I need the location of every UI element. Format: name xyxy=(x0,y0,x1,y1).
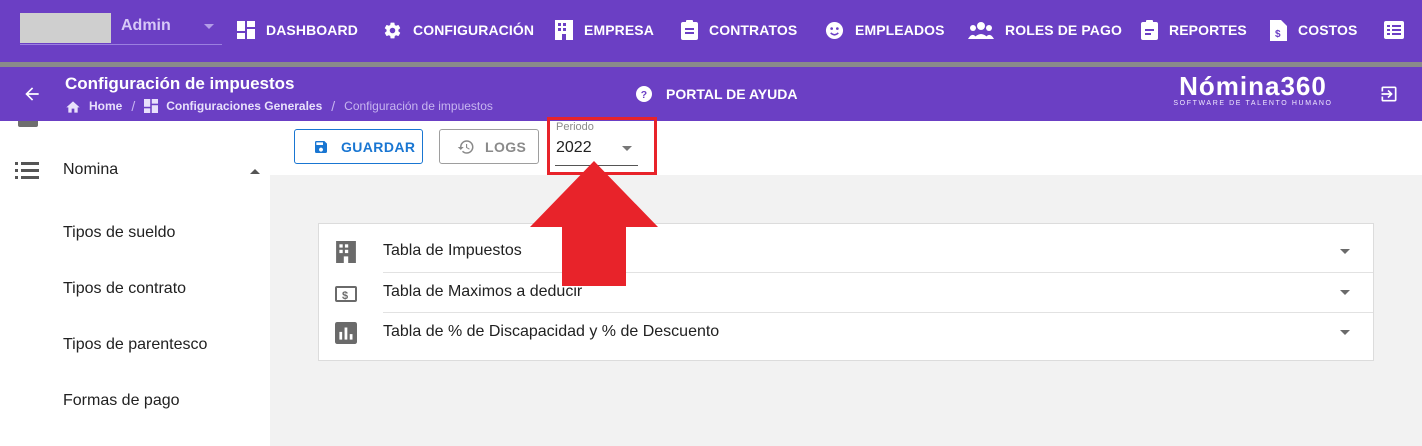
list-box-icon xyxy=(1384,21,1404,39)
svg-text:$: $ xyxy=(1275,29,1281,40)
people-icon xyxy=(968,22,994,39)
dashboard-icon xyxy=(237,21,255,39)
panel-tabla-de-maximos[interactable]: $ Tabla de Maximos a deducir xyxy=(319,272,1373,312)
face-icon xyxy=(825,21,844,39)
panel-tabla-discapacidad[interactable]: Tabla de % de Discapacidad y % de Descue… xyxy=(319,312,1373,352)
money-icon: $ xyxy=(335,286,357,302)
breadcrumb-separator: / xyxy=(331,98,336,114)
user-name: Admin xyxy=(121,17,171,34)
sidebar-item-tipos-de-sueldo[interactable]: Tipos de sueldo xyxy=(63,224,175,242)
nav-empresa[interactable]: EMPRESA xyxy=(555,18,654,42)
svg-text:?: ? xyxy=(641,90,647,101)
save-button[interactable]: GUARDAR xyxy=(294,129,423,164)
home-icon xyxy=(66,101,80,113)
nav-contratos[interactable]: CONTRATOS xyxy=(681,18,797,42)
app-root: Admin DASHBOARD CONFIGURACIÓN EMPRESA CO… xyxy=(0,0,1422,446)
sidebar-group-nomina[interactable]: Nomina xyxy=(0,155,270,185)
save-button-label: GUARDAR xyxy=(341,138,416,155)
dashboard-icon xyxy=(144,99,159,113)
user-selector[interactable]: Admin xyxy=(20,13,222,45)
brand-name: Nómina360 xyxy=(1179,71,1327,101)
building-icon xyxy=(336,241,356,263)
breadcrumb-current: Configuración de impuestos xyxy=(344,99,493,113)
tax-tables-panel: Tabla de Impuestos $ Tabla de Maximos a … xyxy=(318,223,1374,361)
panel-tabla-de-impuestos[interactable]: Tabla de Impuestos xyxy=(319,231,1373,271)
nav-roles-label: ROLES DE PAGO xyxy=(1005,22,1122,38)
sidebar-item-partial xyxy=(18,121,38,127)
history-icon xyxy=(457,139,474,154)
breadcrumb-separator: / xyxy=(131,98,136,114)
report-icon xyxy=(1141,20,1158,40)
breadcrumb-configuraciones[interactable]: Configuraciones Generales xyxy=(166,99,322,113)
clipboard-icon xyxy=(681,20,698,40)
sidebar-item-tipos-de-parentesco[interactable]: Tipos de parentesco xyxy=(63,336,207,354)
nav-dashboard[interactable]: DASHBOARD xyxy=(237,18,358,42)
nav-configuracion-label: CONFIGURACIÓN xyxy=(413,22,535,38)
logs-button[interactable]: LOGS xyxy=(439,129,539,164)
annotation-arrow-icon xyxy=(530,161,658,286)
brand-logo: Nómina360 SOFTWARE DE TALENTO HUMANO xyxy=(1158,71,1348,107)
page-header: Configuración de impuestos Home / Config… xyxy=(0,67,1422,121)
sidebar-item-formas-de-pago[interactable]: Formas de pago xyxy=(63,392,180,410)
nav-empresa-label: EMPRESA xyxy=(584,22,654,38)
help-icon: ? xyxy=(636,86,652,102)
save-icon xyxy=(315,140,327,153)
panel-label: Tabla de Impuestos xyxy=(383,242,522,259)
nav-configuracion[interactable]: CONFIGURACIÓN xyxy=(383,18,534,42)
gear-icon xyxy=(384,22,401,38)
chevron-down-icon xyxy=(1340,330,1350,335)
help-portal-label: PORTAL DE AYUDA xyxy=(666,86,798,102)
help-portal-link[interactable]: ? PORTAL DE AYUDA xyxy=(636,86,797,102)
nav-costos-label: COSTOS xyxy=(1298,22,1358,38)
chevron-down-icon xyxy=(1340,249,1350,254)
logout-icon[interactable] xyxy=(1379,84,1399,104)
panel-label: Tabla de % de Discapacidad y % de Descue… xyxy=(383,323,720,340)
user-avatar xyxy=(20,13,111,43)
nav-more[interactable] xyxy=(1384,18,1415,42)
nav-roles-de-pago[interactable]: ROLES DE PAGO xyxy=(968,18,1122,42)
chevron-down-icon xyxy=(204,24,214,29)
sidebar-item-tipos-de-contrato[interactable]: Tipos de contrato xyxy=(63,280,186,298)
nav-empleados-label: EMPLEADOS xyxy=(855,22,945,38)
list-icon xyxy=(15,162,39,179)
arrow-back-icon[interactable] xyxy=(22,84,42,104)
brand-tagline: SOFTWARE DE TALENTO HUMANO xyxy=(1173,100,1333,107)
cost-file-icon: $ xyxy=(1270,19,1287,41)
chevron-up-icon xyxy=(250,169,260,174)
nav-reportes[interactable]: REPORTES xyxy=(1141,18,1247,42)
chevron-down-icon xyxy=(1340,290,1350,295)
sidebar-group-label: Nomina xyxy=(63,161,119,178)
bar-chart-icon xyxy=(335,322,357,344)
breadcrumb: Home / Configuraciones Generales / Confi… xyxy=(65,98,493,114)
top-navbar: Admin DASHBOARD CONFIGURACIÓN EMPRESA CO… xyxy=(0,0,1422,62)
nav-dashboard-label: DASHBOARD xyxy=(266,22,358,38)
page-title: Configuración de impuestos xyxy=(65,74,295,93)
logs-button-label: LOGS xyxy=(485,138,527,155)
nav-empleados[interactable]: EMPLEADOS xyxy=(825,18,945,42)
svg-text:$: $ xyxy=(342,290,348,302)
nav-contratos-label: CONTRATOS xyxy=(709,22,798,38)
nav-reportes-label: REPORTES xyxy=(1169,22,1247,38)
breadcrumb-home[interactable]: Home xyxy=(89,99,122,113)
sidebar: Nomina Tipos de sueldo Tipos de contrato… xyxy=(0,121,270,446)
nav-costos[interactable]: $ COSTOS xyxy=(1270,18,1357,42)
building-icon xyxy=(555,20,573,40)
